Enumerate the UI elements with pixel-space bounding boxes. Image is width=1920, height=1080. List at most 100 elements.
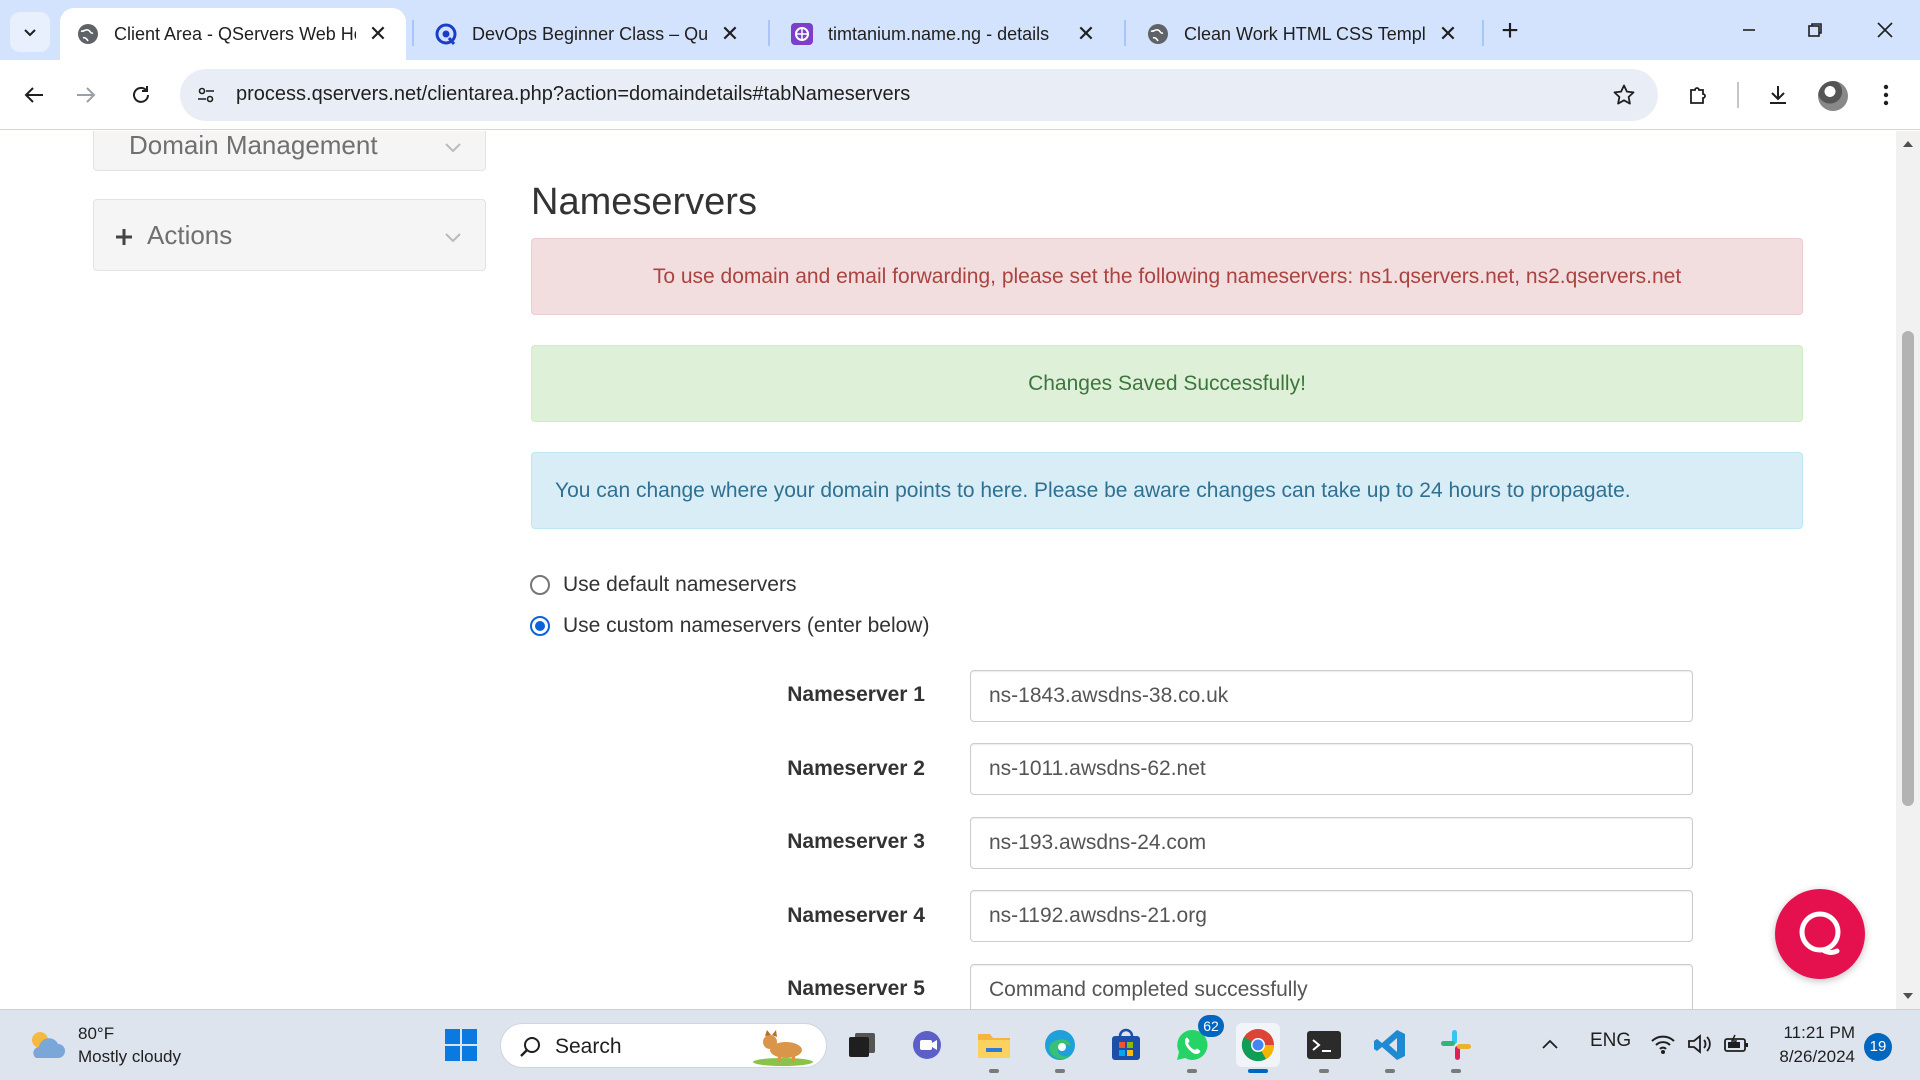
scroll-down-arrow[interactable] bbox=[1903, 993, 1913, 999]
default-nameservers-option[interactable]: Use default nameservers bbox=[530, 573, 796, 597]
tab-separator bbox=[412, 20, 414, 46]
tab-client-area[interactable]: Client Area - QServers Web Hos ✕ bbox=[60, 8, 406, 60]
page-title: Nameservers bbox=[531, 181, 757, 223]
scroll-up-arrow[interactable] bbox=[1903, 141, 1913, 147]
weather-widget[interactable]: 80°F Mostly cloudy bbox=[26, 1022, 181, 1068]
toolbar-divider bbox=[1737, 82, 1739, 108]
task-view-button[interactable] bbox=[840, 1023, 884, 1067]
show-hidden-icons-button[interactable] bbox=[1528, 1023, 1572, 1067]
nameserver-2-input[interactable] bbox=[970, 743, 1693, 795]
windows-taskbar: 80°F Mostly cloudy Search 62 ENG 11:21 P… bbox=[0, 1009, 1920, 1080]
chat-icon bbox=[1799, 911, 1841, 955]
radio-label: Use custom nameservers (enter below) bbox=[563, 614, 930, 637]
edge-button[interactable] bbox=[1038, 1023, 1082, 1073]
chevron-down-icon bbox=[24, 29, 36, 37]
wifi-icon[interactable] bbox=[1650, 1033, 1676, 1055]
scrollbar-thumb[interactable] bbox=[1902, 331, 1914, 806]
tab-clean-work[interactable]: Clean Work HTML CSS Templat ✕ bbox=[1130, 8, 1476, 60]
nameserver-1-input[interactable] bbox=[970, 670, 1693, 722]
back-button[interactable] bbox=[14, 75, 54, 115]
running-indicator bbox=[1451, 1069, 1461, 1073]
slack-icon bbox=[1441, 1030, 1471, 1060]
slack-button[interactable] bbox=[1434, 1023, 1478, 1073]
tab-separator bbox=[768, 20, 770, 46]
chat-camera-icon bbox=[913, 1031, 941, 1059]
page-scrollbar[interactable] bbox=[1896, 131, 1920, 1009]
downloads-button[interactable] bbox=[1758, 75, 1798, 115]
running-indicator bbox=[1385, 1069, 1395, 1073]
custom-nameservers-radio[interactable] bbox=[530, 616, 550, 636]
bookmark-star-icon[interactable] bbox=[1610, 81, 1638, 109]
browser-toolbar: process.qservers.net/clientarea.php?acti… bbox=[0, 60, 1920, 130]
menu-button[interactable] bbox=[1866, 75, 1906, 115]
vscode-icon bbox=[1374, 1030, 1405, 1060]
custom-nameservers-option[interactable]: Use custom nameservers (enter below) bbox=[530, 614, 929, 638]
url-text: process.qservers.net/clientarea.php?acti… bbox=[236, 83, 911, 105]
alert-text: To use domain and email forwarding, plea… bbox=[652, 264, 1682, 288]
minimize-icon bbox=[1743, 29, 1755, 31]
taskbar-search[interactable]: Search bbox=[500, 1023, 827, 1068]
actions-panel[interactable]: Actions bbox=[93, 199, 486, 271]
vscode-button[interactable] bbox=[1368, 1023, 1412, 1073]
nameserver-5-label: Nameserver 5 bbox=[787, 977, 925, 1000]
profile-avatar[interactable] bbox=[1818, 81, 1848, 111]
running-indicator bbox=[1319, 1069, 1329, 1073]
tab-separator bbox=[1482, 20, 1484, 46]
battery-icon[interactable] bbox=[1723, 1033, 1751, 1055]
extensions-button[interactable] bbox=[1679, 75, 1719, 115]
tab-domain-details[interactable]: timtanium.name.ng - details ✕ bbox=[774, 8, 1114, 60]
teams-chat-button[interactable] bbox=[906, 1023, 950, 1067]
tab-devops[interactable]: DevOps Beginner Class – Qurat ✕ bbox=[418, 8, 758, 60]
close-icon[interactable]: ✕ bbox=[1436, 22, 1460, 46]
running-indicator bbox=[1187, 1069, 1197, 1073]
clock-date: 8/26/2024 bbox=[1779, 1047, 1855, 1066]
nameserver-3-label: Nameserver 3 bbox=[787, 830, 925, 853]
volume-icon[interactable] bbox=[1687, 1033, 1713, 1055]
default-nameservers-radio[interactable] bbox=[530, 575, 550, 595]
tab-title: timtanium.name.ng - details bbox=[828, 23, 1050, 44]
close-window-button[interactable] bbox=[1862, 10, 1908, 50]
download-icon bbox=[1770, 86, 1786, 104]
close-icon[interactable]: ✕ bbox=[366, 22, 390, 46]
restore-icon bbox=[1808, 23, 1822, 37]
new-tab-button[interactable]: + bbox=[1492, 14, 1528, 50]
whatsapp-badge: 62 bbox=[1198, 1015, 1224, 1037]
chrome-button[interactable] bbox=[1236, 1023, 1280, 1073]
tab-search-button[interactable] bbox=[10, 12, 50, 52]
restore-button[interactable] bbox=[1792, 10, 1838, 50]
domain-management-label: Domain Management bbox=[129, 131, 378, 160]
address-bar[interactable]: process.qservers.net/clientarea.php?acti… bbox=[180, 69, 1658, 121]
whatsapp-button[interactable]: 62 bbox=[1170, 1015, 1224, 1073]
nameserver-5-input[interactable] bbox=[970, 964, 1693, 1009]
alert-text: You can change where your domain points … bbox=[555, 478, 1631, 502]
chat-widget-button[interactable] bbox=[1775, 889, 1865, 979]
radio-label: Use default nameservers bbox=[563, 573, 797, 596]
taskbar-clock[interactable]: 11:21 PM 8/26/2024 bbox=[1760, 1021, 1855, 1069]
forward-button[interactable] bbox=[66, 75, 106, 115]
close-icon[interactable]: ✕ bbox=[718, 22, 742, 46]
chrome-icon bbox=[1241, 1029, 1275, 1062]
close-icon[interactable]: ✕ bbox=[1074, 22, 1098, 46]
site-info-icon[interactable] bbox=[192, 81, 220, 109]
nameserver-2-label: Nameserver 2 bbox=[787, 757, 925, 780]
domain-management-panel[interactable]: Domain Management bbox=[93, 131, 486, 171]
store-button[interactable] bbox=[1104, 1023, 1148, 1067]
language-indicator[interactable]: ENG bbox=[1590, 1030, 1631, 1052]
terminal-icon bbox=[1307, 1031, 1341, 1059]
folder-icon bbox=[978, 1034, 1010, 1058]
clock-time: 11:21 PM bbox=[1783, 1023, 1855, 1042]
arrow-left-icon bbox=[24, 87, 43, 103]
reload-button[interactable] bbox=[121, 75, 161, 115]
minimize-button[interactable] bbox=[1726, 10, 1772, 50]
file-explorer-button[interactable] bbox=[972, 1023, 1016, 1073]
close-icon bbox=[1877, 22, 1893, 38]
actions-label: Actions bbox=[147, 220, 233, 250]
chevron-down-icon bbox=[445, 143, 461, 153]
running-indicator bbox=[1248, 1069, 1268, 1073]
globe-icon bbox=[1146, 22, 1170, 46]
start-button[interactable] bbox=[439, 1023, 483, 1067]
notification-badge[interactable]: 19 bbox=[1864, 1033, 1892, 1061]
nameserver-4-input[interactable] bbox=[970, 890, 1693, 942]
nameserver-3-input[interactable] bbox=[970, 817, 1693, 869]
terminal-button[interactable] bbox=[1302, 1023, 1346, 1073]
